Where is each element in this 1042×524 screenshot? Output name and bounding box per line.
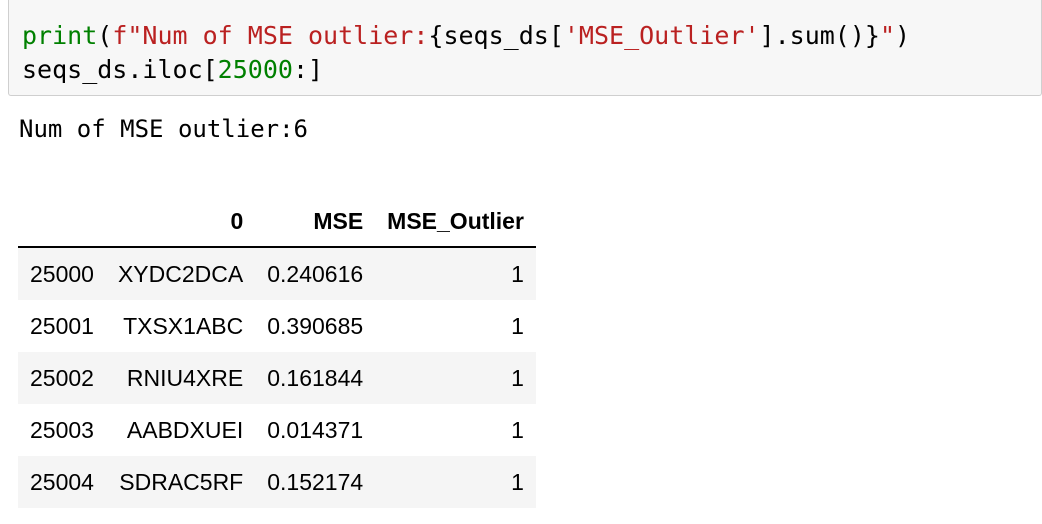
cell-0: AABDXUEI [126, 416, 244, 443]
code-token: ].sum()} [759, 21, 880, 50]
fstring-literal: f"Num of MSE outlier: [112, 21, 429, 50]
code-token: :] [292, 55, 324, 84]
row-index: 25003 [30, 416, 94, 443]
row-index: 25001 [30, 312, 94, 339]
code-token: {seqs_ds[ [428, 21, 564, 50]
cell-0: SDRAC5RF [119, 468, 244, 495]
table-header-row: 0 MSE MSE_Outlier [18, 196, 536, 248]
table-row: 25001 TXSX1ABC 0.390685 1 [18, 300, 536, 352]
cell-0: RNIU4XRE [126, 364, 244, 391]
code-line-2: seqs_ds.iloc[25000:] [22, 55, 323, 84]
cell-mse: 0.152174 [267, 468, 364, 495]
string-literal: 'MSE_Outlier' [563, 21, 760, 50]
cell-0: TXSX1ABC [123, 312, 244, 339]
number-literal: 25000 [217, 55, 293, 84]
table-row: 25004 SDRAC5RF 0.152174 1 [18, 456, 536, 508]
cell-mse: 0.014371 [267, 416, 364, 443]
row-index: 25004 [30, 468, 94, 495]
code-line-1: print(f"Num of MSE outlier:{seqs_ds['MSE… [22, 21, 910, 50]
fstring-close: " [879, 21, 896, 50]
cell-mse: 0.390685 [267, 312, 364, 339]
cell-mse: 0.240616 [267, 260, 364, 287]
cell-mse-outlier: 1 [511, 312, 524, 339]
cell-mse-outlier: 1 [511, 468, 524, 495]
cell-mse: 0.161844 [267, 364, 364, 391]
column-header-0: 0 [105, 196, 256, 248]
index-header [18, 196, 106, 248]
cell-mse-outlier: 1 [511, 260, 524, 287]
cell-mse-outlier: 1 [511, 364, 524, 391]
code-editor[interactable]: print(f"Num of MSE outlier:{seqs_ds['MSE… [22, 19, 910, 87]
column-header-mse: MSE [255, 196, 376, 248]
cell-0: XYDC2DCA [117, 260, 244, 287]
row-index: 25000 [30, 260, 94, 287]
code-token: ) [895, 21, 911, 50]
table-row: 25000 XYDC2DCA 0.240616 1 [18, 247, 536, 300]
code-token: seqs_ds.iloc[ [22, 55, 218, 84]
row-index: 25002 [30, 364, 94, 391]
dataframe-output-table: 0 MSE MSE_Outlier 25000 XYDC2DCA 0.24061… [18, 196, 536, 508]
cell-mse-outlier: 1 [511, 416, 524, 443]
table-row: 25003 AABDXUEI 0.014371 1 [18, 404, 536, 456]
print-keyword: print [22, 21, 98, 50]
code-token: ( [97, 21, 113, 50]
code-input-cell[interactable]: print(f"Num of MSE outlier:{seqs_ds['MSE… [8, 0, 1042, 96]
column-header-mse-outlier: MSE_Outlier [375, 196, 536, 248]
table-row: 25002 RNIU4XRE 0.161844 1 [18, 352, 536, 404]
stdout-output: Num of MSE outlier:6 [19, 115, 308, 143]
